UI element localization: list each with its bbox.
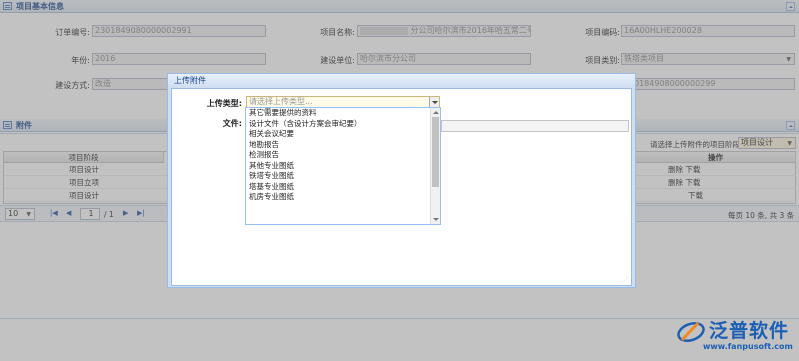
scroll-up-icon[interactable] <box>433 111 439 114</box>
project-type-select[interactable]: 铁塔类项目 ▼ <box>621 53 795 65</box>
dropdown-option[interactable]: 机房专业图纸 <box>246 192 440 203</box>
chevron-down-icon[interactable] <box>429 97 439 107</box>
order-no-label: 订单编号: <box>55 28 90 37</box>
grid-icon <box>3 121 12 129</box>
row-ops[interactable]: 删除 下载 <box>668 163 700 176</box>
project-code-field[interactable]: 16A00HLHE200028 <box>621 25 795 37</box>
dropdown-option[interactable]: 地勘报告 <box>246 140 440 151</box>
col-header-ops[interactable]: 操作 <box>636 152 796 163</box>
dropdown-option[interactable]: 其它需要提供的资料 <box>246 108 440 119</box>
chevron-down-icon[interactable]: ▼ <box>26 210 31 219</box>
chevron-down-icon[interactable]: ▼ <box>786 55 791 64</box>
row-stage: 项目立项 <box>69 178 99 187</box>
project-info-header: 项目基本信息 <box>0 0 799 13</box>
build-mode-label: 建设方式: <box>55 81 90 90</box>
page-input[interactable]: 1 <box>80 208 100 220</box>
dropdown-option[interactable]: 检测报告 <box>246 150 440 161</box>
project-info-title: 项目基本信息 <box>16 2 64 11</box>
extra-code-field[interactable]: 0184908000000299 <box>621 78 795 90</box>
file-path-field[interactable] <box>441 120 629 132</box>
order-no-field[interactable]: 2301849080000002991 <box>92 25 266 37</box>
dropdown-scrollbar[interactable] <box>430 108 440 224</box>
next-page-icon[interactable]: ▶ <box>123 209 128 217</box>
year-field[interactable]: 2016 <box>92 53 266 65</box>
chevron-down-icon[interactable]: ▼ <box>787 139 792 148</box>
dropdown-option[interactable]: 设计文件（含设计方案会审纪要） <box>246 119 440 130</box>
project-name-value: 分公司哈尔滨市2016年哈五常二号站8 <box>410 26 530 35</box>
dialog-title: 上传附件 <box>174 76 206 85</box>
scroll-thumb[interactable] <box>432 117 439 187</box>
logo-mark-icon <box>677 321 705 342</box>
dropdown-option[interactable]: 相关会议纪要 <box>246 129 440 140</box>
prev-page-icon[interactable]: ◀ <box>66 209 71 217</box>
form-icon <box>3 2 12 10</box>
upload-type-label: 上传类型: <box>206 99 242 108</box>
row-stage: 项目设计 <box>69 191 99 200</box>
page-size-select[interactable]: 10 ▼ <box>5 208 35 220</box>
page-size-value: 10 <box>8 209 19 218</box>
project-name-label: 项目名称: <box>320 28 355 37</box>
project-type-value: 铁塔类项目 <box>624 54 664 63</box>
last-page-icon[interactable]: ▶| <box>137 209 145 217</box>
fanpu-logo: 泛普软件 www.fanpusoft.com <box>676 316 796 356</box>
col-header-stage[interactable]: 项目阶段 <box>4 152 164 163</box>
dialog-titlebar[interactable]: 上传附件 <box>168 74 635 87</box>
pager-summary: 每页 10 条, 共 3 条 <box>728 211 795 220</box>
first-page-icon[interactable]: |◀ <box>50 209 58 217</box>
scroll-down-icon[interactable] <box>433 218 439 221</box>
collapse-icon[interactable] <box>786 121 795 130</box>
attachment-title: 附件 <box>16 121 32 130</box>
resize-grip-icon[interactable]: ⋰ <box>623 276 629 283</box>
dropdown-option[interactable]: 铁塔专业图纸 <box>246 171 440 182</box>
project-type-label: 项目类别: <box>585 56 620 65</box>
stage-select[interactable]: 项目设计 ▼ <box>738 137 796 149</box>
year-label: 年份: <box>71 56 90 65</box>
stage-select-label: 请选择上传附件的项目阶段 <box>650 140 740 149</box>
upload-type-placeholder: 请选择上传类型... <box>249 97 313 106</box>
dropdown-option[interactable]: 其他专业图纸 <box>246 161 440 172</box>
file-label: 文件: <box>222 119 242 128</box>
row-ops[interactable]: 删除 下载 <box>668 176 700 189</box>
total-pages: / 1 <box>104 210 114 219</box>
row-ops[interactable]: 下载 <box>688 189 703 202</box>
project-code-label: 项目编码: <box>585 28 620 37</box>
dropdown-option[interactable]: 塔基专业图纸 <box>246 182 440 193</box>
collapse-icon[interactable] <box>786 2 795 11</box>
logo-name: 泛普软件 <box>709 320 790 342</box>
logo-url: www.fanpusoft.com <box>703 342 793 351</box>
row-stage: 项目设计 <box>69 165 99 174</box>
upload-type-dropdown: 其它需要提供的资料 设计文件（含设计方案会审纪要） 相关会议纪要 地勘报告 检测… <box>245 107 441 225</box>
project-name-field[interactable]: 分公司哈尔滨市2016年哈五常二号站8 <box>357 25 531 37</box>
stage-select-value: 项目设计 <box>741 138 773 147</box>
build-unit-label: 建设单位: <box>320 56 355 65</box>
build-unit-field[interactable]: 哈尔滨市分公司 <box>357 53 531 65</box>
